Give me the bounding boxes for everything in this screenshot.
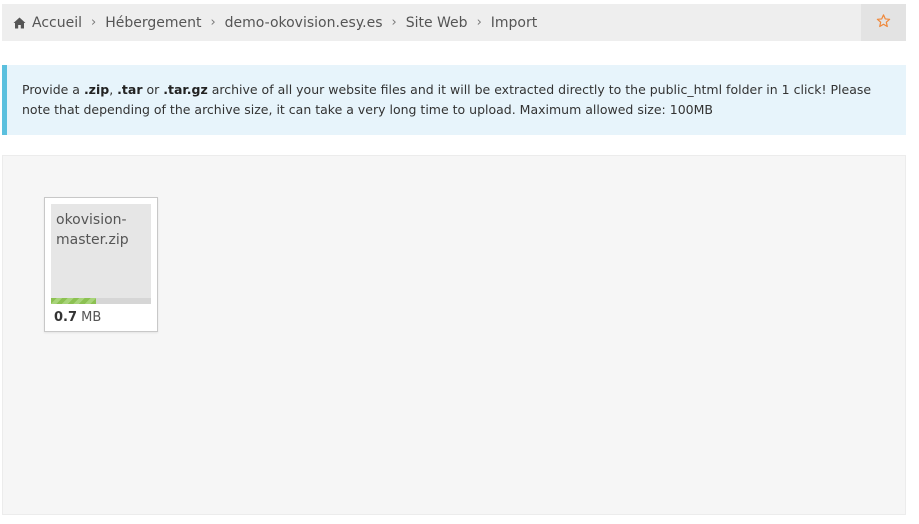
breadcrumb-label: Hébergement — [105, 14, 202, 31]
alert-text: , — [109, 82, 118, 97]
star-icon — [876, 13, 891, 32]
file-size-value: 0.7 — [54, 310, 78, 325]
file-thumbnail: okovision-master.zip — [51, 204, 151, 298]
file-size: 0.7 MB — [54, 310, 101, 325]
breadcrumb-item-import: Import — [491, 15, 537, 31]
ext-zip: .zip — [83, 82, 110, 97]
breadcrumb-bar: Accueil › Hébergement › demo-okovision.e… — [2, 4, 906, 41]
breadcrumb-label: Site Web — [405, 14, 468, 31]
file-name: okovision-master.zip — [56, 212, 129, 248]
upload-progress-bar — [51, 298, 151, 304]
breadcrumb-label: demo-okovision.esy.es — [224, 14, 383, 31]
upload-dropzone[interactable]: okovision-master.zip 0.7 MB — [2, 155, 906, 515]
breadcrumb-item-hebergement[interactable]: Hébergement — [105, 15, 201, 31]
home-icon — [13, 17, 26, 29]
breadcrumb-item-accueil[interactable]: Accueil — [13, 15, 82, 31]
favorite-button[interactable] — [861, 4, 906, 41]
breadcrumb-item-site-web[interactable]: Site Web — [406, 15, 468, 31]
ext-tar: .tar — [117, 82, 143, 97]
breadcrumb-label: Accueil — [32, 14, 82, 31]
breadcrumb-separator: › — [391, 15, 397, 30]
alert-text: Provide a — [22, 82, 84, 97]
upload-progress-fill — [51, 298, 96, 304]
file-size-unit: MB — [81, 310, 102, 325]
ext-targz: .tar.gz — [163, 82, 208, 97]
breadcrumb-separator: › — [91, 15, 97, 30]
file-preview-card[interactable]: okovision-master.zip 0.7 MB — [44, 197, 158, 332]
info-alert: Provide a .zip, .tar or .tar.gz archive … — [2, 65, 906, 135]
breadcrumb: Accueil › Hébergement › demo-okovision.e… — [2, 4, 861, 41]
breadcrumb-item-domain[interactable]: demo-okovision.esy.es — [225, 15, 383, 31]
breadcrumb-label: Import — [490, 14, 538, 31]
alert-text: or — [142, 82, 164, 97]
breadcrumb-separator: › — [210, 15, 216, 30]
breadcrumb-separator: › — [476, 15, 482, 30]
